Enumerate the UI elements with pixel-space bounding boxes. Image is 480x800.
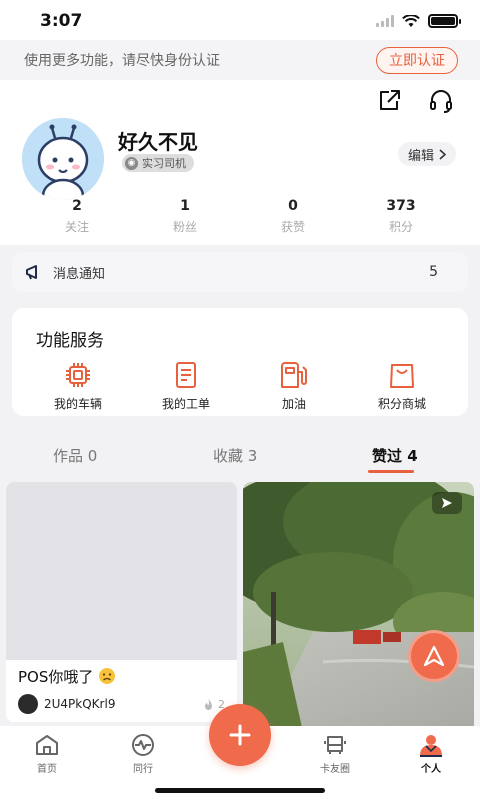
liked-feed: POS你哦了 2U4PkQKrl9 2 (0, 474, 480, 726)
nav-profile[interactable]: 个人 (401, 733, 461, 775)
video-play-badge (432, 492, 462, 514)
person-icon (420, 735, 442, 757)
service-label: 积分商城 (377, 397, 426, 411)
function-services-card: 功能服务 我的车辆 我的工单 加油 积分商城 (12, 308, 468, 416)
stat-label: 获赞 (280, 220, 305, 234)
stat-followers[interactable]: 1 粉丝 (131, 198, 239, 235)
profile-toolbar (376, 88, 454, 114)
chevron-right-icon (439, 148, 446, 160)
fire-like-icon (205, 698, 212, 710)
play-icon (442, 498, 452, 508)
tab-liked[interactable]: 赞过 4 (372, 445, 418, 466)
nav-label: 同行 (133, 764, 153, 775)
stat-label: 关注 (64, 220, 89, 234)
profile-section: 好久不见 ◉ 实习司机 编辑 2 关注 1 粉丝 0 获赞 373 积分 (0, 80, 480, 245)
verify-banner: 使用更多功能，请尽快身份认证 立即认证 (0, 40, 480, 80)
service-label: 我的工单 (161, 397, 210, 411)
service-refuel[interactable]: 加油 (240, 360, 348, 412)
author-avatar (18, 694, 38, 714)
stat-value: 373 (386, 198, 416, 214)
megaphone-icon (26, 265, 37, 280)
profile-stats: 2 关注 1 粉丝 0 获赞 373 积分 (0, 198, 480, 235)
nav-trucker-circle[interactable]: 卡友圈 (305, 733, 365, 775)
feed-card-title-text: POS你哦了 (18, 668, 94, 686)
tab-works[interactable]: 作品 0 (53, 445, 97, 466)
feed-card-author[interactable]: 2U4PkQKrl9 (18, 694, 115, 714)
service-my-vehicles[interactable]: 我的车辆 (24, 360, 132, 412)
shopping-bag-icon (390, 364, 414, 388)
avatar[interactable] (22, 118, 104, 200)
stat-points[interactable]: 373 积分 (347, 198, 455, 235)
driver-level-badge: ◉ 实习司机 (122, 154, 194, 172)
customer-service-icon[interactable] (428, 88, 454, 114)
home-icon (36, 735, 58, 755)
author-name: 2U4PkQKrl9 (44, 697, 116, 711)
stat-likes-received[interactable]: 0 获赞 (239, 198, 347, 235)
message-notification-count: 5 (429, 264, 438, 280)
feed-card-title: POS你哦了 (18, 666, 116, 687)
stat-label: 粉丝 (172, 220, 197, 234)
user-name: 好久不见 (118, 130, 198, 154)
stat-label: 积分 (388, 220, 413, 234)
services-list: 我的车辆 我的工单 加油 积分商城 (12, 360, 468, 412)
active-tab-indicator (368, 470, 414, 473)
fuel-pump-icon (281, 362, 307, 388)
video-thumbnail (243, 482, 474, 726)
cellular-signal-icon (376, 15, 394, 27)
truck-icon (324, 736, 346, 754)
steering-wheel-icon: ◉ (125, 156, 138, 170)
battery-icon (428, 14, 461, 28)
service-label: 我的车辆 (53, 397, 102, 411)
stat-value: 0 (288, 198, 298, 214)
nav-label: 卡友圈 (320, 764, 350, 775)
nav-peers[interactable]: 同行 (113, 733, 173, 775)
status-time: 3:07 (40, 11, 83, 31)
service-my-work-orders[interactable]: 我的工单 (132, 360, 240, 412)
message-notification-row[interactable]: 消息通知 5 (12, 252, 468, 292)
stat-value: 2 (72, 198, 82, 214)
edit-profile-label: 编辑 (407, 148, 434, 164)
document-icon (176, 362, 196, 388)
verify-now-button[interactable]: 立即认证 (376, 46, 458, 74)
edit-profile-button[interactable]: 编辑 (397, 142, 456, 166)
paper-plane-icon (423, 645, 445, 667)
service-points-mall[interactable]: 积分商城 (348, 360, 456, 412)
driver-level-label: 实习司机 (142, 157, 186, 170)
content-tabs: 作品 0 收藏 3 赞过 4 (0, 436, 480, 474)
status-bar: 3:07 (0, 0, 480, 40)
chip-icon (66, 363, 90, 387)
feed-card-image (6, 482, 237, 660)
nav-label: 个人 (421, 764, 441, 775)
wifi-icon (402, 14, 420, 27)
verify-banner-text: 使用更多功能，请尽快身份认证 (24, 53, 220, 69)
stat-value: 1 (180, 198, 190, 214)
tab-favorites[interactable]: 收藏 3 (213, 445, 257, 466)
status-icons (376, 14, 461, 28)
service-label: 加油 (281, 397, 306, 411)
pulse-icon (132, 734, 154, 756)
nav-label: 首页 (37, 764, 57, 775)
avatar-illustration (22, 118, 104, 200)
message-notification-label: 消息通知 (53, 266, 106, 282)
worried-face-emoji-icon (99, 668, 116, 684)
plus-icon (229, 724, 251, 746)
feed-card-video[interactable] (243, 482, 474, 726)
nav-home[interactable]: 首页 (17, 733, 77, 775)
share-icon[interactable] (376, 88, 402, 114)
home-indicator (155, 788, 325, 793)
stat-following[interactable]: 2 关注 (23, 198, 131, 235)
create-post-button[interactable] (209, 704, 271, 766)
services-title: 功能服务 (36, 331, 104, 351)
floating-send-button[interactable] (408, 630, 460, 682)
feed-card[interactable]: POS你哦了 2U4PkQKrl9 2 (6, 482, 237, 722)
